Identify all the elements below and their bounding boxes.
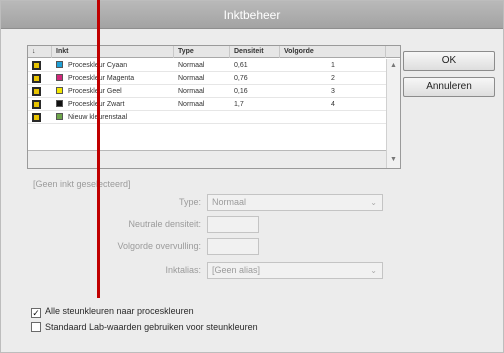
ink-order: 4 — [331, 101, 335, 108]
alias-select[interactable]: [Geen alias] ⌄ — [207, 262, 383, 279]
table-footer — [28, 150, 386, 168]
table-row[interactable]: Proceskleur Cyaan Normaal 0,61 1 — [28, 59, 386, 72]
vertical-scrollbar[interactable]: ▲ ▼ — [386, 59, 400, 168]
table-row[interactable]: Proceskleur Magenta Normaal 0,76 2 — [28, 72, 386, 85]
print-icon-header: ↓ — [28, 46, 52, 58]
printer-icon[interactable] — [32, 61, 41, 70]
scroll-down-icon[interactable]: ▼ — [387, 155, 400, 165]
ink-type: Normaal — [178, 101, 205, 108]
density-input[interactable] — [207, 216, 259, 233]
ink-swatch-icon — [56, 61, 63, 68]
ink-swatch-icon — [56, 113, 63, 120]
printer-icon[interactable] — [32, 74, 41, 83]
cancel-button[interactable]: Annuleren — [403, 77, 495, 97]
table-row[interactable]: Proceskleur Zwart Normaal 1,7 4 — [28, 98, 386, 111]
order-input[interactable] — [207, 238, 259, 255]
chevron-down-icon: ⌄ — [370, 198, 377, 207]
ink-density: 0,61 — [234, 62, 248, 69]
checkbox-checked-icon[interactable]: ✓ — [31, 308, 41, 318]
all-process-checkbox[interactable]: ✓ Alle steunkleuren naar proceskleuren — [31, 306, 194, 318]
column-header-type[interactable]: Type — [174, 46, 230, 58]
ink-density: 0,16 — [234, 88, 248, 95]
type-select[interactable]: Normaal ⌄ — [207, 194, 383, 211]
alias-label: Inktalias: — [165, 265, 201, 275]
column-header-order[interactable]: Volgorde — [280, 46, 386, 58]
type-value: Normaal — [212, 197, 247, 207]
printer-icon[interactable] — [32, 87, 41, 96]
ink-swatch-icon — [56, 100, 63, 107]
ink-swatch-icon — [56, 74, 63, 81]
annotation-line — [97, 0, 100, 298]
checkbox-unchecked-icon[interactable] — [31, 322, 41, 332]
ink-name-cell: Proceskleur Geel — [52, 85, 174, 98]
table-header: ↓ Inkt Type Densiteit Volgorde — [28, 46, 400, 58]
ink-density: 1,7 — [234, 101, 244, 108]
ink-type: Normaal — [178, 62, 205, 69]
ink-name-cell: Proceskleur Cyaan — [52, 59, 174, 72]
printer-icon[interactable] — [32, 100, 41, 109]
ink-type: Normaal — [178, 75, 205, 82]
ink-manager-dialog: Inktbeheer ↓ Inkt Type Densiteit Volgord… — [0, 0, 504, 353]
column-header-density[interactable]: Densiteit — [230, 46, 280, 58]
ink-density — [230, 111, 280, 124]
ink-rows: Proceskleur Cyaan Normaal 0,61 1 Proceskleur… — [28, 59, 386, 124]
ink-order — [280, 111, 386, 124]
ink-order: 1 — [331, 62, 335, 69]
ink-type — [174, 111, 230, 124]
title-bar[interactable]: Inktbeheer — [1, 1, 503, 29]
ink-order: 2 — [331, 75, 335, 82]
ink-name: Proceskleur Geel — [68, 88, 122, 95]
ink-swatch-icon — [56, 87, 63, 94]
order-label: Volgorde overvulling: — [117, 241, 201, 251]
ink-name: Proceskleur Magenta — [68, 75, 135, 82]
ink-name-cell: Proceskleur Magenta — [52, 72, 174, 85]
scroll-up-icon[interactable]: ▲ — [387, 61, 400, 71]
printer-icon[interactable] — [32, 113, 41, 122]
ink-name-cell: Nieuw kleurenstaal — [52, 111, 174, 124]
lab-values-label: Standaard Lab-waarden gebruiken voor ste… — [45, 322, 258, 332]
lab-values-checkbox[interactable]: Standaard Lab-waarden gebruiken voor ste… — [31, 322, 258, 332]
selected-ink-label: [Geen inkt geselecteerd] — [33, 179, 131, 189]
ok-button[interactable]: OK — [403, 51, 495, 71]
ink-type: Normaal — [178, 88, 205, 95]
ink-order: 3 — [331, 88, 335, 95]
ink-table: ↓ Inkt Type Densiteit Volgorde Proceskle… — [27, 45, 401, 169]
chevron-down-icon: ⌄ — [370, 266, 377, 275]
table-row[interactable]: Proceskleur Geel Normaal 0,16 3 — [28, 85, 386, 98]
table-row[interactable]: Nieuw kleurenstaal — [28, 111, 386, 124]
ink-name-cell: Proceskleur Zwart — [52, 98, 174, 111]
type-label: Type: — [178, 197, 201, 207]
density-label: Neutrale densiteit: — [128, 219, 201, 229]
window-title: Inktbeheer — [223, 8, 281, 22]
alias-value: [Geen alias] — [212, 265, 261, 275]
ink-density: 0,76 — [234, 75, 248, 82]
column-header-ink[interactable]: Inkt — [52, 46, 174, 58]
all-process-label: Alle steunkleuren naar proceskleuren — [45, 306, 194, 316]
